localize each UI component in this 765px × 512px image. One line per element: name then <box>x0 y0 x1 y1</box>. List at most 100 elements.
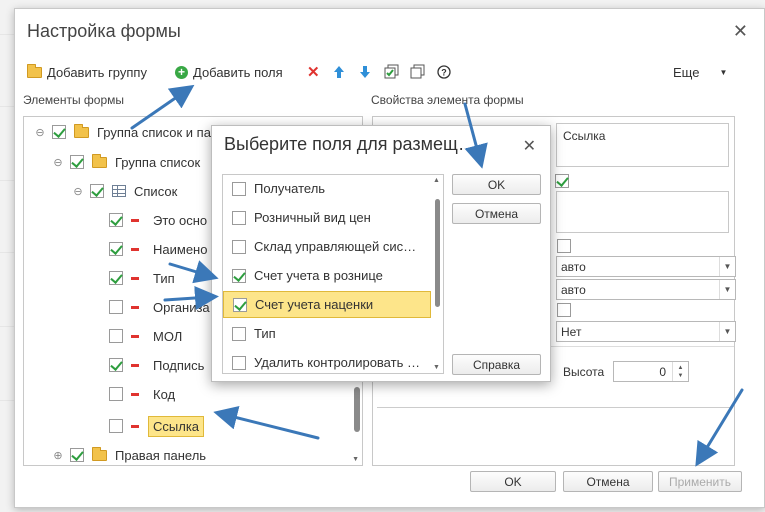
close-icon[interactable]: ✕ <box>523 136 536 156</box>
tree-item-label: Подпись <box>153 357 205 373</box>
list-item-selected[interactable]: Счет учета наценки <box>223 291 431 318</box>
add-group-button[interactable]: Добавить группу <box>27 61 147 83</box>
apply-button[interactable]: Применить <box>658 471 742 492</box>
spinner-icon[interactable]: ▲ ▼ <box>672 362 688 381</box>
tree-item-field[interactable]: Код <box>109 383 175 405</box>
folder-add-icon <box>27 63 42 78</box>
tree-item-group-list[interactable]: ⊖ Группа список <box>52 151 200 173</box>
property-checkbox[interactable] <box>557 303 571 317</box>
checkbox[interactable] <box>109 271 123 285</box>
collapse-icon[interactable]: ⊖ <box>52 156 64 169</box>
tree-item-field[interactable]: Подпись <box>109 354 204 376</box>
select-value: авто <box>561 282 586 297</box>
property-select-3[interactable]: Нет ▼ <box>556 321 736 342</box>
add-group-label: Добавить группу <box>47 64 147 80</box>
fields-list[interactable]: Получатель Розничный вид цен Склад управ… <box>222 174 444 374</box>
checkbox[interactable] <box>232 181 246 196</box>
check-all-icon[interactable] <box>384 61 400 83</box>
tree-item-field-selected[interactable]: Ссылка <box>109 415 205 437</box>
ok-button[interactable]: OK <box>470 471 556 492</box>
list-item[interactable]: Получатель <box>223 175 431 202</box>
checkbox[interactable] <box>109 213 123 227</box>
scroll-down-icon[interactable]: ▼ <box>433 364 440 371</box>
tree-item-label: Группа список и па <box>97 124 211 140</box>
popup-cancel-button[interactable]: Отмена <box>452 203 541 224</box>
checkbox[interactable] <box>232 268 246 283</box>
tree-item-group-list-panel[interactable]: ⊖ Группа список и па <box>34 121 211 143</box>
folder-icon <box>92 153 107 168</box>
popup-help-button[interactable]: Справка <box>452 354 541 375</box>
checkbox[interactable] <box>70 448 84 462</box>
collapse-icon[interactable]: ⊖ <box>34 126 46 139</box>
list-item[interactable]: Тип <box>223 320 431 347</box>
popup-title: Выберите поля для размещ… <box>224 134 476 154</box>
property-textbox[interactable] <box>556 191 729 233</box>
tree-item-label: МОЛ <box>153 328 183 344</box>
scroll-down-icon[interactable]: ▼ <box>352 456 359 463</box>
dropdown-icon: ▼ <box>719 322 735 341</box>
checkbox[interactable] <box>109 329 123 343</box>
checkbox[interactable] <box>109 242 123 256</box>
checkbox[interactable] <box>232 326 246 341</box>
tree-item-label: Код <box>153 386 176 402</box>
more-menu-button[interactable]: Еще ▼ <box>673 61 727 83</box>
height-value: 0 <box>659 364 666 379</box>
move-up-icon[interactable] <box>333 61 345 83</box>
list-item[interactable]: Склад управляющей сис… <box>223 233 431 260</box>
list-item[interactable]: Розничный вид цен <box>223 204 431 231</box>
tree-item-field[interactable]: Это осно <box>109 209 207 231</box>
checkbox[interactable] <box>52 125 66 139</box>
property-checkbox[interactable] <box>555 174 569 188</box>
dialog-title: Настройка формы <box>27 21 181 41</box>
tree-item-label: Тип <box>153 270 175 286</box>
property-checkbox[interactable] <box>557 239 571 253</box>
tree-item-right-panel[interactable]: ⊕ Правая панель <box>52 444 207 465</box>
checkbox[interactable] <box>232 210 246 225</box>
list-item-label: Тип <box>254 326 276 341</box>
tree-item-field[interactable]: Тип <box>109 267 175 289</box>
popup-ok-button[interactable]: OK <box>452 174 541 195</box>
checkbox[interactable] <box>109 358 123 372</box>
tree-item-field[interactable]: МОЛ <box>109 325 182 347</box>
tree-item-list[interactable]: ⊖ Список <box>72 180 177 202</box>
tree-item-field[interactable]: Организа <box>109 296 210 318</box>
divider <box>377 407 730 408</box>
property-select-1[interactable]: авто ▼ <box>556 256 736 277</box>
checkbox[interactable] <box>233 297 247 312</box>
checkbox[interactable] <box>109 419 123 433</box>
cancel-button[interactable]: Отмена <box>563 471 653 492</box>
tree-item-label: Правая панель <box>115 447 207 463</box>
tree-item-field[interactable]: Наимено <box>109 238 207 260</box>
add-fields-button[interactable]: + Добавить поля <box>175 61 283 83</box>
select-value: Нет <box>561 324 582 339</box>
close-icon[interactable]: ✕ <box>733 21 748 42</box>
svg-text:?: ? <box>441 68 447 78</box>
property-select-2[interactable]: авто ▼ <box>556 279 736 300</box>
uncheck-all-icon[interactable] <box>410 61 426 83</box>
move-down-icon[interactable] <box>359 61 371 83</box>
list-item[interactable]: Счет учета в рознице <box>223 262 431 289</box>
list-item-label: Счет учета наценки <box>255 297 374 312</box>
field-minus-icon <box>131 276 139 280</box>
list-item[interactable]: Удалить контролировать … <box>223 349 431 373</box>
checkbox[interactable] <box>232 239 246 254</box>
checkbox[interactable] <box>109 387 123 401</box>
checkbox[interactable] <box>109 300 123 314</box>
help-icon[interactable]: ? <box>437 61 451 83</box>
height-input[interactable]: 0 ▲ ▼ <box>613 361 689 382</box>
dropdown-icon: ▼ <box>719 67 728 77</box>
checkbox[interactable] <box>90 184 104 198</box>
field-name-box[interactable]: Ссылка <box>556 123 729 167</box>
add-fields-label: Добавить поля <box>193 64 283 80</box>
tree-scrollbar-thumb[interactable] <box>354 387 360 432</box>
list-scrollbar-thumb[interactable] <box>435 199 440 307</box>
checkbox[interactable] <box>70 155 84 169</box>
delete-icon[interactable]: ✕ <box>307 61 320 83</box>
scroll-up-icon[interactable]: ▲ <box>433 177 440 184</box>
table-icon <box>112 185 126 197</box>
collapse-icon[interactable]: ⊖ <box>72 185 84 198</box>
checkbox[interactable] <box>232 355 246 370</box>
list-item-label: Счет учета в рознице <box>254 268 383 283</box>
expand-icon[interactable]: ⊕ <box>52 449 64 462</box>
field-minus-icon <box>131 392 139 396</box>
